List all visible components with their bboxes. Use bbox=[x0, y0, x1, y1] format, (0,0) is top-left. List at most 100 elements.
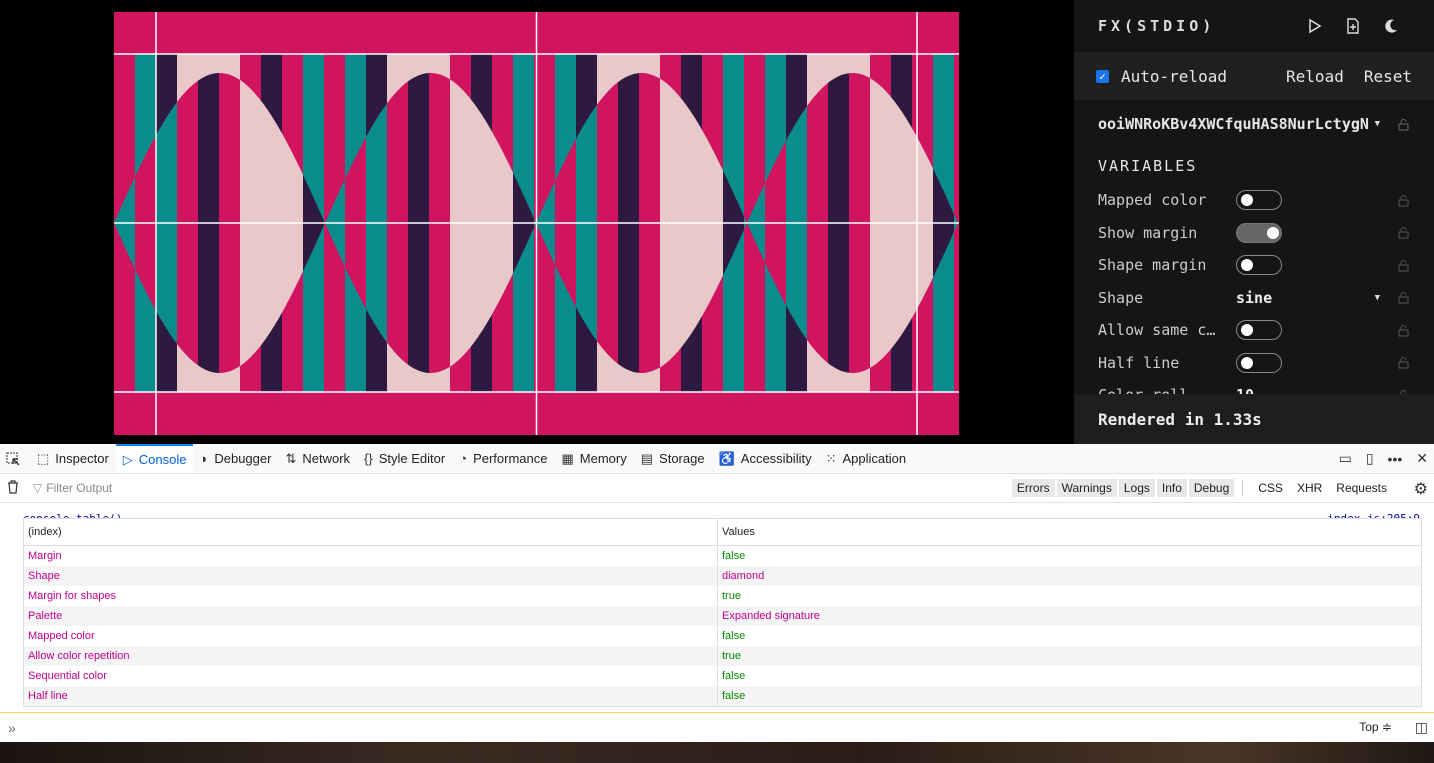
reload-bar: ✓ Auto-reload Reload Reset bbox=[1074, 52, 1434, 100]
close-icon[interactable]: ✕ bbox=[1416, 450, 1428, 467]
variable-label: Allow same c… bbox=[1098, 321, 1216, 340]
filter-debug[interactable]: Debug bbox=[1188, 479, 1235, 497]
row-value: false bbox=[722, 630, 746, 642]
render-status: Rendered in 1.33s bbox=[1074, 394, 1434, 444]
variable-label: Color roll bbox=[1098, 386, 1236, 394]
tab-label: Style Editor bbox=[378, 451, 446, 466]
tab-application[interactable]: ⁙ Application bbox=[819, 444, 914, 473]
row-key: Half line bbox=[24, 686, 718, 706]
export-icon[interactable] bbox=[1334, 11, 1372, 41]
tab-storage[interactable]: ▤ Storage bbox=[634, 444, 712, 473]
performance-icon: ◔ bbox=[459, 451, 468, 466]
tab-label: Application bbox=[842, 451, 907, 466]
variable-label: Show margin bbox=[1098, 223, 1198, 242]
filter-xhr[interactable]: XHR bbox=[1292, 479, 1327, 497]
row-key: Sequential color bbox=[24, 666, 718, 686]
gear-icon[interactable]: ⚙ bbox=[1414, 479, 1428, 499]
toggle-knob bbox=[1241, 324, 1253, 337]
variable-control bbox=[1236, 255, 1386, 276]
row-value: true bbox=[722, 590, 741, 602]
trash-icon[interactable] bbox=[7, 479, 19, 497]
reload-button[interactable]: Reload bbox=[1286, 67, 1344, 86]
tab-memory[interactable]: ▦ Memory bbox=[555, 444, 634, 473]
row-value: diamond bbox=[722, 570, 765, 582]
tab-label: Storage bbox=[659, 451, 705, 466]
tab-label: Console bbox=[138, 452, 187, 467]
variables-title: VARIABLES bbox=[1098, 157, 1198, 175]
level-filters: Errors Warnings Logs Info Debug CSS XHR Request… bbox=[1010, 474, 1392, 502]
tab-console[interactable]: ▷ Console bbox=[115, 444, 194, 473]
tab-style-editor[interactable]: {} Style Editor bbox=[357, 444, 452, 473]
tab-inspector[interactable]: ⬚ Inspector bbox=[30, 444, 116, 473]
console-input[interactable]: » Top ≑ ◫ bbox=[0, 712, 1434, 743]
dock-icon[interactable]: ▭ bbox=[1339, 450, 1352, 467]
variable-control: sine ▼ bbox=[1236, 289, 1386, 307]
filter-logs[interactable]: Logs bbox=[1118, 479, 1155, 497]
tab-label: Inspector bbox=[55, 451, 109, 466]
toggle-switch[interactable] bbox=[1236, 352, 1282, 373]
row-value: false bbox=[722, 690, 746, 702]
reset-button[interactable]: Reset bbox=[1364, 67, 1412, 86]
style-editor-icon: {} bbox=[364, 451, 373, 466]
sidebar-toggle-icon[interactable]: ◫ bbox=[1415, 719, 1428, 736]
toggle-knob bbox=[1267, 226, 1279, 239]
memory-icon: ▦ bbox=[561, 450, 574, 466]
more-options-icon[interactable]: ••• bbox=[1388, 451, 1403, 467]
row-value: true bbox=[722, 650, 741, 662]
tab-performance[interactable]: ◔ Performance bbox=[452, 444, 554, 473]
toggle-switch[interactable] bbox=[1236, 190, 1282, 211]
table-row: Sequential color false bbox=[24, 666, 1421, 686]
filter-requests[interactable]: Requests bbox=[1331, 479, 1392, 497]
tab-accessibility[interactable]: ♿ Accessibility bbox=[712, 444, 819, 473]
column-header: Values bbox=[722, 526, 755, 538]
toggle-switch[interactable] bbox=[1236, 320, 1282, 341]
variable-control bbox=[1236, 190, 1386, 211]
number-value[interactable]: 10 bbox=[1236, 386, 1386, 394]
variable-row: Color roll 10 bbox=[1074, 379, 1434, 394]
accessibility-icon: ♿ bbox=[718, 450, 735, 466]
variable-control bbox=[1236, 222, 1386, 243]
lock-icon[interactable] bbox=[1396, 258, 1410, 272]
storage-icon: ▤ bbox=[640, 450, 654, 466]
lock-icon[interactable] bbox=[1396, 117, 1410, 131]
lock-icon[interactable] bbox=[1396, 193, 1410, 207]
fx-panel: FX(STDIO) ✓ Auto-reload Reload Reset ooi… bbox=[1074, 0, 1434, 444]
responsive-icon[interactable]: ▯ bbox=[1366, 450, 1374, 467]
toggle-knob bbox=[1241, 194, 1253, 207]
column-header: (index) bbox=[24, 519, 718, 545]
play-icon[interactable] bbox=[1296, 11, 1334, 41]
variable-control bbox=[1236, 352, 1386, 373]
moon-icon[interactable] bbox=[1372, 11, 1410, 41]
select-value[interactable]: sine bbox=[1236, 289, 1375, 307]
row-key: Allow color repetition bbox=[24, 646, 718, 666]
tab-network[interactable]: ⇅ Network bbox=[278, 444, 357, 473]
variable-row: Shape sine ▼ bbox=[1074, 282, 1434, 315]
row-key: Margin bbox=[24, 546, 718, 566]
lock-icon[interactable] bbox=[1396, 356, 1410, 370]
lock-icon[interactable] bbox=[1396, 323, 1410, 337]
filter-errors[interactable]: Errors bbox=[1011, 479, 1055, 497]
context-selector[interactable]: Top ≑ bbox=[1359, 720, 1392, 734]
variable-row: Allow same c… bbox=[1074, 314, 1434, 347]
table-row: Margin for shapes true bbox=[24, 586, 1421, 606]
variable-label: Mapped color bbox=[1098, 191, 1207, 210]
filter-info[interactable]: Info bbox=[1156, 479, 1187, 497]
lock-icon[interactable] bbox=[1396, 291, 1410, 305]
auto-reload-checkbox[interactable]: ✓ bbox=[1096, 69, 1109, 83]
lock-icon[interactable] bbox=[1396, 226, 1410, 240]
toggle-switch[interactable] bbox=[1236, 255, 1282, 276]
hash-selector[interactable]: ooiWNRoKBv4XWCfquHAS8NurLctygN ▼ bbox=[1074, 106, 1434, 142]
separator bbox=[1242, 480, 1244, 496]
filter-warnings[interactable]: Warnings bbox=[1056, 479, 1117, 497]
prompt-icon: » bbox=[8, 720, 16, 736]
variable-label: Half line bbox=[1098, 353, 1180, 372]
row-key: Mapped color bbox=[24, 626, 718, 646]
tab-debugger[interactable]: ◗ Debugger bbox=[193, 444, 278, 473]
network-icon: ⇅ bbox=[285, 450, 297, 466]
filter-input[interactable]: ▽ Filter Output bbox=[33, 481, 112, 495]
application-icon: ⁙ bbox=[825, 450, 837, 466]
tab-label: Performance bbox=[473, 451, 548, 466]
filter-css[interactable]: CSS bbox=[1253, 479, 1288, 497]
toggle-switch[interactable] bbox=[1236, 222, 1282, 243]
element-picker-icon[interactable] bbox=[0, 444, 30, 473]
